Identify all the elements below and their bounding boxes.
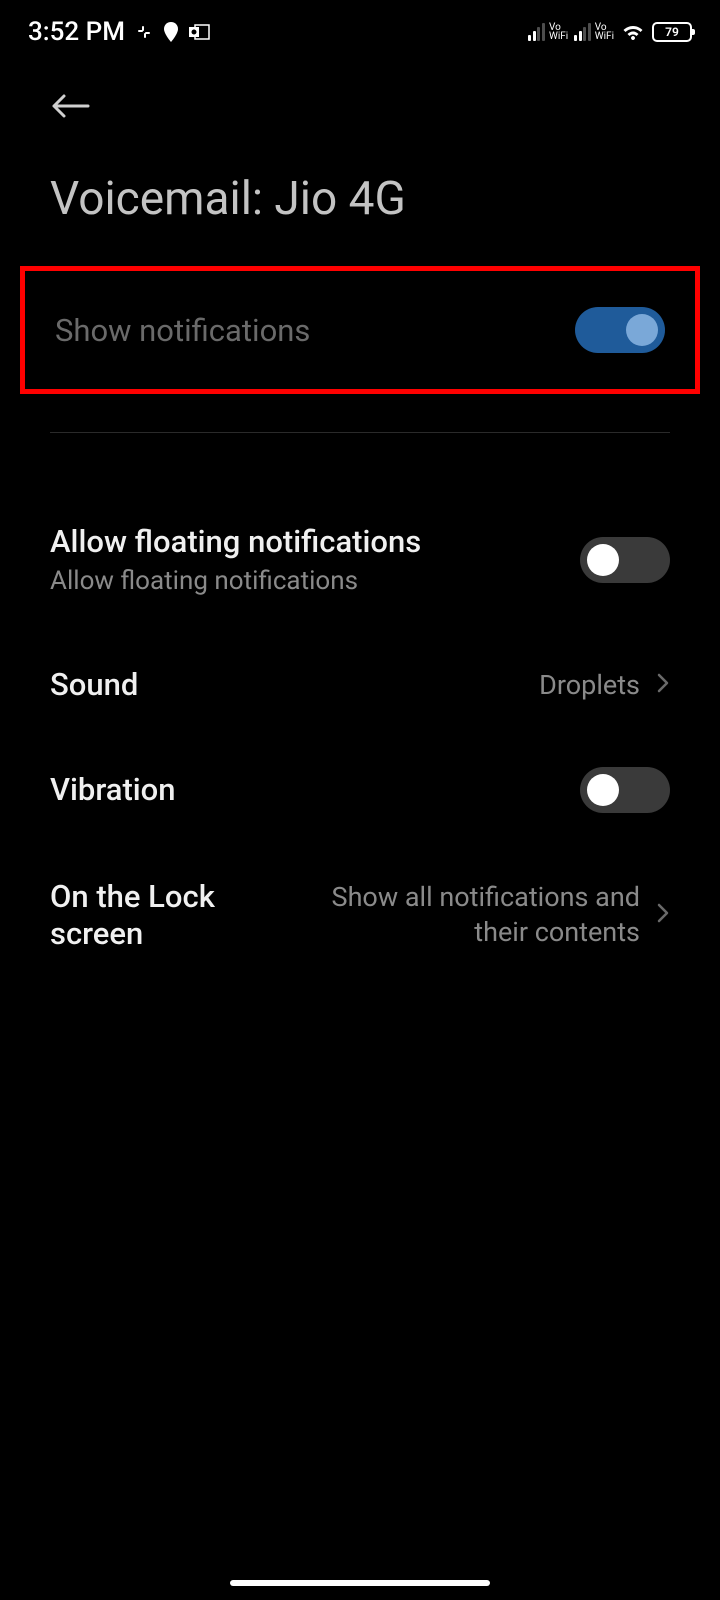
floating-subtitle: Allow floating notifications bbox=[50, 566, 580, 596]
sound-value: Droplets bbox=[539, 669, 640, 701]
status-bar: 3:52 PM VoWiFi VoWiFi 79 bbox=[0, 0, 720, 60]
vibration-toggle[interactable] bbox=[580, 767, 670, 813]
floating-title: Allow floating notifications bbox=[50, 523, 580, 560]
wifi-icon bbox=[620, 22, 646, 42]
sound-row[interactable]: Sound Droplets bbox=[0, 632, 720, 737]
lock-screen-title: On the Lock screen bbox=[50, 878, 298, 952]
vo-wifi-label-1: VoWiFi bbox=[549, 23, 568, 41]
vibration-row[interactable]: Vibration bbox=[0, 737, 720, 842]
battery-indicator: 79 bbox=[652, 22, 692, 42]
gesture-bar[interactable] bbox=[230, 1580, 490, 1586]
chevron-right-icon bbox=[656, 672, 670, 698]
slack-icon bbox=[135, 23, 153, 41]
status-left: 3:52 PM bbox=[28, 17, 211, 47]
status-icons-left bbox=[135, 22, 211, 42]
back-button[interactable] bbox=[50, 88, 94, 124]
page-title: Voicemail: Jio 4G bbox=[0, 134, 720, 256]
show-notifications-toggle[interactable] bbox=[575, 307, 665, 353]
chevron-right-icon bbox=[656, 902, 670, 928]
vibration-title: Vibration bbox=[50, 771, 580, 808]
location-icon bbox=[163, 22, 179, 42]
vo-wifi-label-2: VoWiFi bbox=[595, 23, 614, 41]
status-right: VoWiFi VoWiFi 79 bbox=[528, 22, 692, 42]
signal-2: VoWiFi bbox=[574, 23, 614, 41]
lock-screen-value: Show all notifications and their content… bbox=[298, 880, 640, 950]
floating-notifications-row[interactable]: Allow floating notifications Allow float… bbox=[0, 487, 720, 632]
battery-percent: 79 bbox=[665, 25, 679, 39]
sound-title: Sound bbox=[50, 666, 539, 703]
show-notifications-row[interactable]: Show notifications bbox=[20, 266, 700, 394]
floating-toggle[interactable] bbox=[580, 537, 670, 583]
signal-1: VoWiFi bbox=[528, 23, 568, 41]
status-time: 3:52 PM bbox=[28, 17, 125, 47]
lock-screen-row[interactable]: On the Lock screen Show all notification… bbox=[0, 842, 720, 988]
outlook-icon bbox=[189, 23, 211, 41]
show-notifications-label: Show notifications bbox=[55, 312, 310, 349]
